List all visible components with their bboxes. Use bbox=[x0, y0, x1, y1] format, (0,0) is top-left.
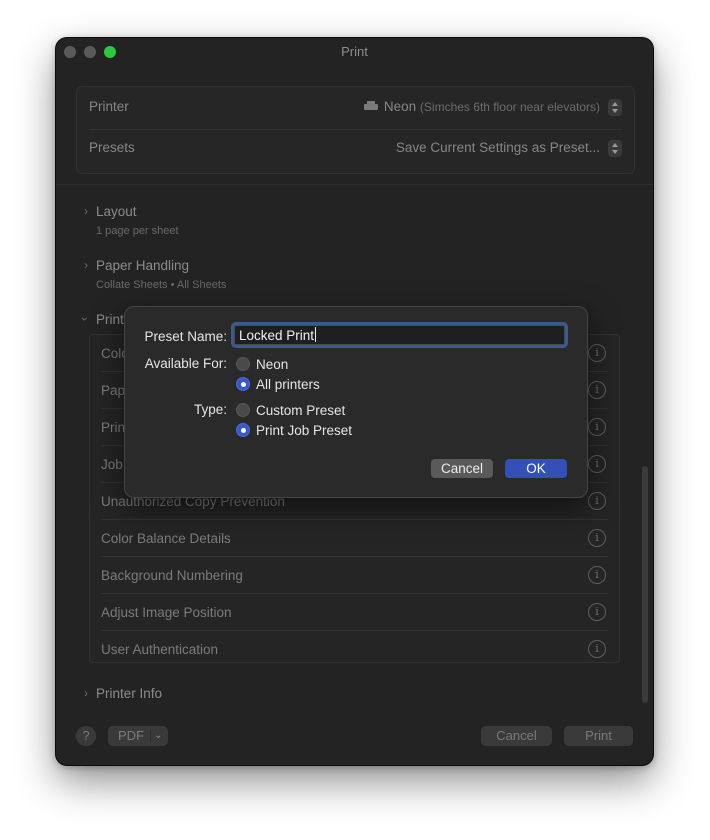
feature-row-label: Pap bbox=[101, 383, 126, 398]
cancel-button[interactable]: Cancel bbox=[481, 726, 552, 746]
radio-print-job-preset-label[interactable]: Print Job Preset bbox=[256, 423, 352, 438]
chevron-right-icon[interactable]: › bbox=[84, 686, 88, 700]
info-icon[interactable]: i bbox=[588, 603, 606, 621]
dialog-ok-button[interactable]: OK bbox=[505, 459, 567, 478]
scrollbar[interactable] bbox=[642, 466, 648, 703]
presets-select[interactable]: Save Current Settings as Preset... bbox=[396, 140, 600, 155]
info-icon[interactable]: i bbox=[588, 529, 606, 547]
printer-row: Printer Neon (Simches 6th floor near ele… bbox=[89, 87, 622, 128]
pdf-menu-button[interactable]: PDF ⌄ bbox=[108, 726, 168, 746]
info-icon[interactable]: i bbox=[588, 455, 606, 473]
title-bar: Print bbox=[56, 38, 653, 66]
divider bbox=[56, 184, 653, 185]
radio-custom-preset[interactable] bbox=[236, 403, 250, 417]
info-icon[interactable]: i bbox=[588, 566, 606, 584]
feature-row-label: Color Balance Details bbox=[101, 531, 231, 546]
pdf-label: PDF bbox=[118, 728, 144, 743]
feature-row-label: Job bbox=[101, 457, 123, 472]
radio-neon-label[interactable]: Neon bbox=[256, 357, 288, 372]
available-for-label: Available For: bbox=[144, 356, 227, 371]
info-icon[interactable]: i bbox=[588, 381, 606, 399]
chevron-down-icon: ⌄ bbox=[154, 730, 163, 741]
section-printer-features-title[interactable]: Print bbox=[96, 312, 124, 327]
feature-row-label: Background Numbering bbox=[101, 568, 243, 583]
feature-row-label: Prin bbox=[101, 420, 126, 435]
printer-icon bbox=[363, 101, 378, 112]
dialog-cancel-button[interactable]: Cancel bbox=[431, 459, 493, 478]
section-layout-title[interactable]: Layout bbox=[96, 204, 137, 219]
info-icon[interactable]: i bbox=[588, 418, 606, 436]
window-title: Print bbox=[341, 44, 368, 59]
chevron-down-icon[interactable]: › bbox=[78, 317, 92, 321]
presets-stepper-icon[interactable] bbox=[608, 140, 622, 157]
printer-stepper-icon[interactable] bbox=[608, 99, 622, 116]
printer-label: Printer bbox=[89, 99, 129, 114]
presets-label: Presets bbox=[89, 140, 135, 155]
chevron-right-icon[interactable]: › bbox=[84, 258, 88, 272]
section-layout-summary: 1 page per sheet bbox=[96, 225, 179, 237]
info-icon[interactable]: i bbox=[588, 640, 606, 658]
radio-custom-preset-label[interactable]: Custom Preset bbox=[256, 403, 345, 418]
preset-name-input[interactable]: Locked Print bbox=[234, 325, 565, 345]
feature-row-label: Adjust Image Position bbox=[101, 605, 232, 620]
radio-neon[interactable] bbox=[236, 357, 250, 371]
printer-select[interactable]: Neon (Simches 6th floor near elevators) bbox=[363, 99, 600, 114]
preset-name-value: Locked Print bbox=[239, 328, 315, 343]
section-printer-info-title[interactable]: Printer Info bbox=[96, 686, 162, 701]
info-icon[interactable]: i bbox=[588, 492, 606, 510]
feature-row-label: User Authentication bbox=[101, 642, 219, 657]
type-label: Type: bbox=[193, 402, 227, 417]
presets-row: Presets Save Current Settings as Preset.… bbox=[89, 128, 622, 169]
radio-print-job-preset[interactable] bbox=[236, 423, 250, 437]
info-icon[interactable]: i bbox=[588, 344, 606, 362]
printer-presets-box: Printer Neon (Simches 6th floor near ele… bbox=[76, 86, 635, 174]
radio-all-printers-label[interactable]: All printers bbox=[256, 377, 320, 392]
printer-name: Neon bbox=[383, 99, 417, 114]
preset-name-label: Preset Name: bbox=[144, 329, 227, 344]
help-button[interactable]: ? bbox=[76, 726, 96, 746]
printer-location: (Simches 6th floor near elevators) bbox=[419, 100, 600, 114]
section-paper-handling-summary: Collate Sheets • All Sheets bbox=[96, 279, 227, 291]
radio-all-printers[interactable] bbox=[236, 377, 250, 391]
print-button[interactable]: Print bbox=[564, 726, 633, 746]
save-preset-dialog: Preset Name: Locked Print Available For:… bbox=[124, 306, 588, 498]
section-paper-handling-title[interactable]: Paper Handling bbox=[96, 258, 189, 273]
chevron-right-icon[interactable]: › bbox=[84, 204, 88, 218]
